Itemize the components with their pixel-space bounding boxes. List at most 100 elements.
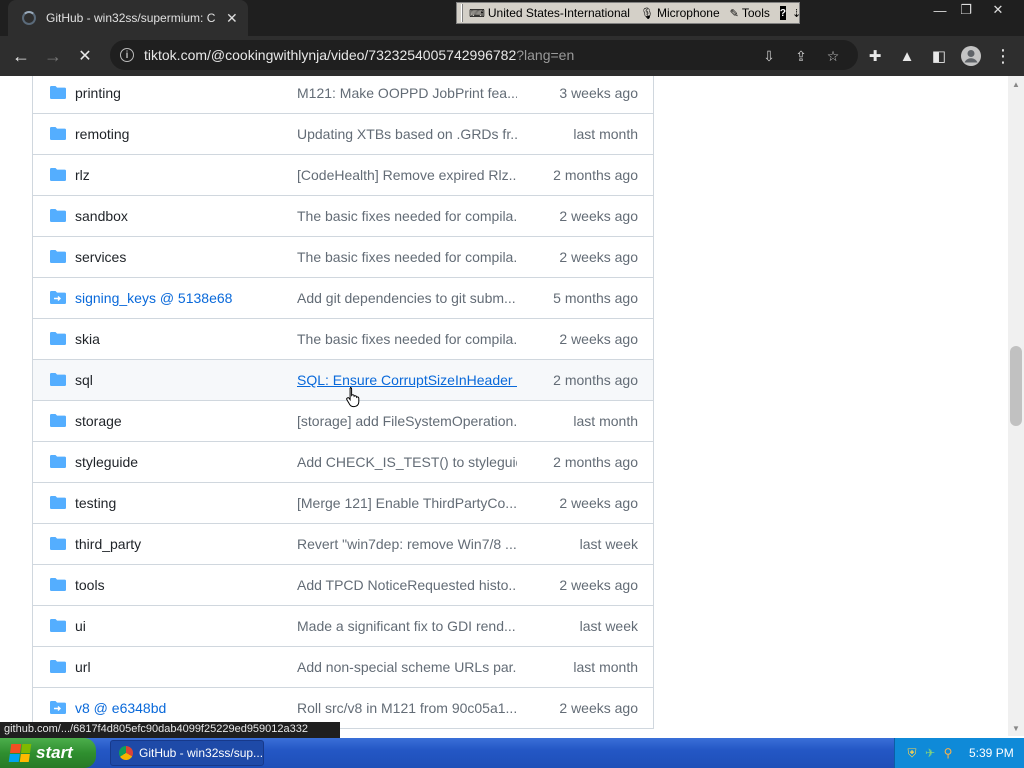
scroll-up-icon[interactable]: ▲: [1008, 78, 1024, 90]
folder-name-link[interactable]: services: [75, 249, 126, 265]
taskbar-window-button[interactable]: GitHub - win32ss/sup...: [110, 740, 264, 766]
file-row[interactable]: skia The basic fixes needed for compila..…: [33, 318, 653, 359]
bookmark-star-icon[interactable]: ☆: [824, 47, 842, 65]
scroll-down-icon[interactable]: ▼: [1008, 722, 1024, 734]
minimize-icon[interactable]: —: [926, 0, 954, 20]
language-selector[interactable]: ⌨ United States-International: [469, 6, 630, 20]
url-text[interactable]: tiktok.com/@cookingwithlynja/video/73232…: [144, 47, 574, 63]
scrollbar-thumb[interactable]: [1010, 346, 1022, 426]
submodule-link[interactable]: v8 @ e6348bd: [75, 700, 166, 716]
file-row[interactable]: testing [Merge 121] Enable ThirdPartyCo..…: [33, 482, 653, 523]
folder-name-link[interactable]: url: [75, 659, 91, 675]
folder-icon: [50, 414, 66, 427]
file-row[interactable]: rlz [CodeHealth] Remove expired Rlz.... 2 …: [33, 154, 653, 195]
start-label: start: [36, 743, 73, 762]
labs-flask-icon[interactable]: ▲: [894, 44, 920, 68]
folder-icon: [50, 496, 66, 509]
hand-cursor-icon: [346, 387, 360, 408]
folder-name-link[interactable]: printing: [75, 85, 121, 101]
address-bar[interactable]: i tiktok.com/@cookingwithlynja/video/732…: [110, 40, 858, 70]
side-panel-icon[interactable]: ◧: [926, 44, 952, 68]
folder-name-link[interactable]: testing: [75, 495, 116, 511]
microphone-button[interactable]: 🎙 Microphone: [640, 6, 720, 20]
folder-name-link[interactable]: ui: [75, 618, 86, 634]
commit-message-link[interactable]: [Merge 121] Enable ThirdPartyCo...: [297, 495, 517, 511]
site-info-icon[interactable]: i: [120, 48, 134, 62]
tools-button[interactable]: ✎ Tools: [730, 6, 770, 20]
tools-icon: ✎: [729, 7, 739, 20]
file-row[interactable]: storage [storage] add FileSystemOperation…: [33, 400, 653, 441]
extensions-icon[interactable]: ✚: [862, 44, 888, 68]
file-row[interactable]: remoting Updating XTBs based on .GRDs fr.…: [33, 113, 653, 154]
network-icon[interactable]: ✈: [923, 746, 937, 760]
profile-avatar-icon[interactable]: [958, 44, 984, 68]
language-bar: ⌨ United States-International 🎙 Micropho…: [456, 2, 801, 24]
file-row[interactable]: signing_keys @ 5138e68 Add git dependenci…: [33, 277, 653, 318]
commit-message-link[interactable]: Add CHECK_IS_TEST() to styleguide: [297, 454, 517, 470]
forward-arrow-icon[interactable]: →: [40, 44, 66, 68]
back-arrow-icon[interactable]: ←: [8, 44, 34, 68]
windows-logo-icon: [8, 744, 32, 762]
commit-age: 2 weeks ago: [559, 577, 638, 593]
commit-message-link[interactable]: Add git dependencies to git subm...: [297, 290, 517, 306]
folder-icon: [50, 373, 66, 386]
browser-tab[interactable]: GitHub - win32ss/supermium: Chrom ✕: [8, 0, 248, 36]
file-row[interactable]: sql SQL: Ensure CorruptSizeInHeader ... 2 …: [33, 359, 653, 400]
folder-name-link[interactable]: sandbox: [75, 208, 128, 224]
tab-close-icon[interactable]: ✕: [226, 10, 238, 27]
commit-message-link[interactable]: Updating XTBs based on .GRDs fr...: [297, 126, 517, 142]
commit-message-link[interactable]: Add non-special scheme URLs par...: [297, 659, 517, 675]
file-row[interactable]: url Add non-special scheme URLs par... las…: [33, 646, 653, 687]
security-shield-icon[interactable]: ⛨: [905, 746, 919, 760]
folder-name-link[interactable]: styleguide: [75, 454, 138, 470]
page-content: printing M121: Make OOPPD JobPrint fea...…: [0, 76, 1008, 736]
folder-name-link[interactable]: third_party: [75, 536, 141, 552]
commit-message-link[interactable]: Made a significant fix to GDI rend...: [297, 618, 517, 634]
share-icon[interactable]: ⇪: [792, 47, 810, 65]
loading-spinner-icon: [22, 11, 36, 25]
folder-name-link[interactable]: rlz: [75, 167, 90, 183]
commit-age: 2 weeks ago: [559, 700, 638, 716]
language-bar-grip[interactable]: [461, 4, 463, 22]
file-row[interactable]: sandbox The basic fixes needed for compil…: [33, 195, 653, 236]
commit-message-link[interactable]: Revert "win7dep: remove Win7/8 ...: [297, 536, 517, 552]
page-scrollbar[interactable]: ▲ ▼: [1008, 76, 1024, 736]
commit-age: last week: [579, 618, 638, 634]
search-icon[interactable]: ⚲: [941, 746, 955, 760]
folder-name-link[interactable]: remoting: [75, 126, 129, 142]
chrome-icon: [119, 746, 133, 760]
commit-message-link[interactable]: Roll src/v8 in M121 from 90c05a1...: [297, 700, 517, 716]
folder-name-link[interactable]: tools: [75, 577, 105, 593]
options-arrow-icon[interactable]: ⇣: [792, 7, 801, 20]
folder-icon: [50, 168, 66, 181]
file-row[interactable]: printing M121: Make OOPPD JobPrint fea...…: [33, 76, 653, 113]
keyboard-icon: ⌨: [469, 7, 485, 20]
help-icon[interactable]: ?: [779, 6, 786, 20]
commit-message-link[interactable]: The basic fixes needed for compila...: [297, 249, 517, 265]
file-row[interactable]: styleguide Add CHECK_IS_TEST() to stylegu…: [33, 441, 653, 482]
commit-message-link[interactable]: [storage] add FileSystemOperation...: [297, 413, 517, 429]
commit-message-link[interactable]: [CodeHealth] Remove expired Rlz....: [297, 167, 517, 183]
submodule-link[interactable]: signing_keys @ 5138e68: [75, 290, 232, 306]
start-button[interactable]: start: [0, 738, 96, 768]
restore-icon[interactable]: ❐: [952, 0, 980, 20]
file-row[interactable]: services The basic fixes needed for compi…: [33, 236, 653, 277]
file-row[interactable]: ui Made a significant fix to GDI rend... l…: [33, 605, 653, 646]
commit-message-link[interactable]: M121: Make OOPPD JobPrint fea...: [297, 85, 517, 101]
commit-message-link[interactable]: Add TPCD NoticeRequested histo...: [297, 577, 517, 593]
screen: GitHub - win32ss/supermium: Chrom ✕ ⌨ Un…: [0, 0, 1024, 768]
browser-menu-icon[interactable]: ⋮: [990, 44, 1016, 68]
folder-name-link[interactable]: sql: [75, 372, 93, 388]
commit-message-link[interactable]: SQL: Ensure CorruptSizeInHeader ...: [297, 372, 517, 388]
window-close-icon[interactable]: ✕: [984, 0, 1012, 20]
folder-name-link[interactable]: storage: [75, 413, 122, 429]
file-row[interactable]: third_party Revert "win7dep: remove Win7/…: [33, 523, 653, 564]
file-row[interactable]: tools Add TPCD NoticeRequested histo... 2 …: [33, 564, 653, 605]
commit-message-link[interactable]: The basic fixes needed for compila...: [297, 208, 517, 224]
microphone-label: Microphone: [656, 6, 720, 20]
stop-icon[interactable]: ✕: [72, 44, 98, 68]
commit-message-link[interactable]: The basic fixes needed for compila...: [297, 331, 517, 347]
folder-icon: [50, 578, 66, 591]
install-app-icon[interactable]: ⇩: [760, 47, 778, 65]
folder-name-link[interactable]: skia: [75, 331, 100, 347]
